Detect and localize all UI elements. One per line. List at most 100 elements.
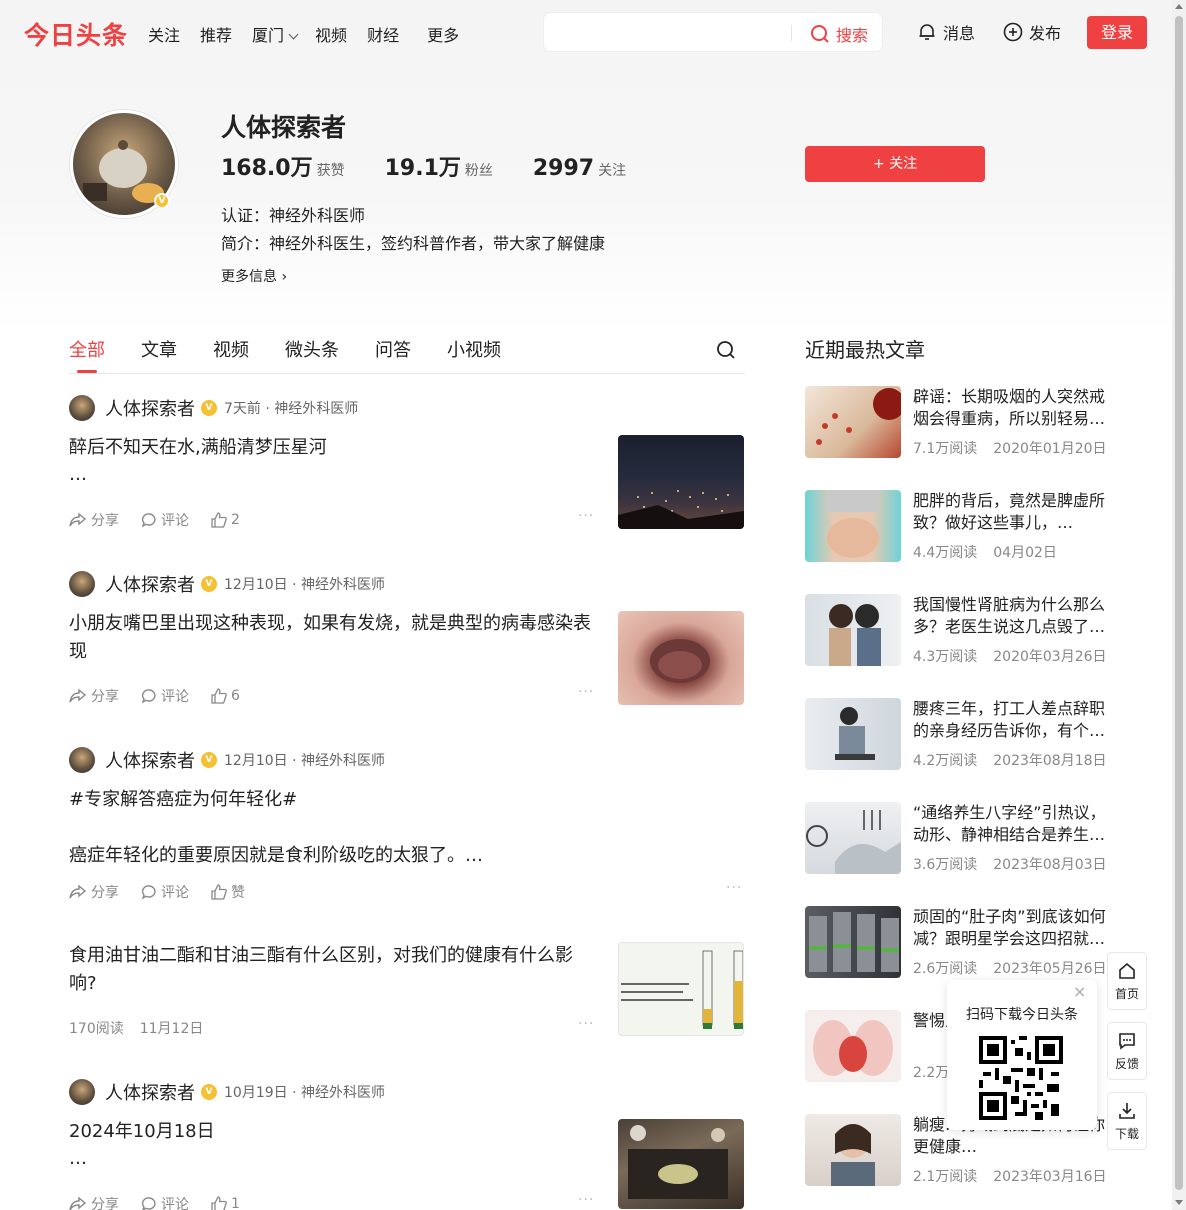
feed-title[interactable]: 2024年10月18日: [69, 1118, 599, 1146]
more-options-icon[interactable]: ···: [726, 880, 742, 896]
tab-videos[interactable]: 视频: [213, 336, 249, 362]
article-date: 2020年03月26日: [993, 649, 1107, 665]
share-button[interactable]: 分享: [69, 1194, 119, 1210]
search-icon[interactable]: [716, 340, 736, 360]
top-navigation-bar: 今日头条 关注 推荐 厦门 视频 财经 更多 搜索 消息 发布 登录: [0, 0, 1172, 64]
home-icon: [1119, 962, 1135, 979]
logo[interactable]: 今日头条: [24, 16, 128, 52]
more-info-link[interactable]: 更多信息 ›: [221, 266, 287, 286]
tab-short-video[interactable]: 小视频: [447, 336, 501, 362]
feed-title[interactable]: 小朋友嘴巴里出现这种表现，如果有发烧，就是典型的病毒感染表现: [69, 610, 599, 666]
feed-title[interactable]: #专家解答癌症为何年轻化#: [69, 786, 745, 814]
comment-button[interactable]: 评论: [141, 510, 189, 530]
following-count[interactable]: 2997: [533, 156, 594, 181]
like-count: 2: [231, 512, 240, 528]
nav-item-finance[interactable]: 财经: [367, 22, 399, 46]
publish-button[interactable]: 发布: [1003, 20, 1061, 44]
scrollbar-thumb[interactable]: [1175, 16, 1183, 1190]
page-scrollbar[interactable]: [1172, 0, 1186, 1210]
feed-date: 11月12日: [139, 1021, 204, 1037]
more-options-icon[interactable]: ···: [578, 508, 594, 524]
follow-button[interactable]: + 关注: [805, 146, 985, 182]
bbq-food-image: [628, 1125, 728, 1199]
like-button[interactable]: 赞: [211, 882, 245, 902]
download-icon: [1119, 1103, 1135, 1119]
feed-title[interactable]: 醉后不知天在水,满船清梦压星河: [69, 434, 599, 462]
author-name[interactable]: 人体探索者: [105, 1079, 195, 1105]
like-button[interactable]: 2: [211, 512, 240, 528]
article-title: 肥胖的背后，竟然是脾虚所致？做好这些事儿，…: [913, 491, 1106, 532]
more-options-icon[interactable]: ···: [578, 684, 594, 700]
tab-micro[interactable]: 微头条: [285, 336, 339, 362]
author-name[interactable]: 人体探索者: [105, 395, 195, 421]
messages-button[interactable]: 消息: [917, 20, 975, 44]
feed-body[interactable]: 癌症年轻化的重要原因就是食利阶级吃的太狠了。…: [69, 842, 745, 870]
feed-thumbnail[interactable]: [618, 942, 744, 1036]
share-button[interactable]: 分享: [69, 882, 119, 902]
hot-article-item[interactable]: 肥胖的背后，竟然是脾虚所致？做好这些事儿，… 4.4万阅读 04月02日: [805, 490, 1115, 562]
hot-article-item[interactable]: 我国慢性肾脏病为什么那么多？老医生说这几点毁了… 4.3万阅读 2020年03月2…: [805, 594, 1115, 666]
comment-button[interactable]: 评论: [141, 1194, 189, 1210]
search-input[interactable]: [554, 21, 784, 43]
article-thumbnail: [805, 1114, 901, 1186]
nav-item-follow[interactable]: 关注: [148, 22, 180, 46]
scroll-up-arrow-icon[interactable]: [1175, 4, 1183, 9]
avatar[interactable]: [69, 571, 95, 597]
more-options-icon[interactable]: ···: [578, 1016, 594, 1032]
more-options-icon[interactable]: ···: [578, 1192, 594, 1208]
login-button[interactable]: 登录: [1087, 16, 1147, 49]
feed-item[interactable]: 人体探索者 V 7天前 · 神经外科医师 醉后不知天在水,满船清梦压星河 … 分享 …: [69, 394, 745, 544]
scroll-down-arrow-icon[interactable]: [1175, 1200, 1183, 1205]
nav-item-more[interactable]: 更多: [427, 22, 459, 46]
feed-ellipsis: …: [69, 464, 87, 485]
feed-title[interactable]: 食用油甘油二酯和甘油三酯有什么区别，对我们的健康有什么影响?: [69, 942, 599, 998]
hot-article-item[interactable]: “通络养生八字经”引热议，动形、静神相结合是养生… 3.6万阅读 2023年08月…: [805, 802, 1115, 874]
hot-article-item[interactable]: 腰疼三年，打工人差点辞职的亲身经历告诉你，有个… 4.2万阅读 2023年08月1…: [805, 698, 1115, 770]
feed-item[interactable]: 食用油甘油二酯和甘油三酯有什么区别，对我们的健康有什么影响? 170阅读 11月…: [69, 940, 745, 1050]
hot-article-item[interactable]: 顽固的“肚子肉”到底该如何减？跟明星学会这四招就… 2.6万阅读 2023年05月…: [805, 906, 1115, 978]
feedback-float-button[interactable]: 反馈: [1107, 1022, 1147, 1080]
feed-meta: 12月10日 · 神经外科医师: [224, 577, 385, 593]
verified-badge-icon: V: [201, 400, 217, 416]
comment-button[interactable]: 评论: [141, 686, 189, 706]
share-button[interactable]: 分享: [69, 686, 119, 706]
tab-all[interactable]: 全部: [69, 336, 105, 362]
author-name[interactable]: 人体探索者: [105, 747, 195, 773]
more-info-label: 更多信息: [221, 269, 277, 285]
like-button[interactable]: 1: [211, 1196, 240, 1210]
download-float-button[interactable]: 下载: [1107, 1092, 1147, 1150]
feed-meta: 10月19日 · 神经外科医师: [224, 1085, 385, 1101]
tab-qa[interactable]: 问答: [375, 336, 411, 362]
feed-thumbnail[interactable]: [618, 611, 744, 705]
feed-author-row: 人体探索者 V 12月10日 · 神经外科医师: [69, 570, 745, 598]
tab-articles[interactable]: 文章: [141, 336, 177, 362]
nav-item-video[interactable]: 视频: [315, 22, 347, 46]
like-button[interactable]: 6: [211, 688, 240, 704]
avatar[interactable]: [69, 1079, 95, 1105]
comment-button[interactable]: 评论: [141, 882, 189, 902]
nav-item-recommend[interactable]: 推荐: [200, 22, 232, 46]
feed-item[interactable]: 人体探索者 V 12月10日 · 神经外科医师 小朋友嘴巴里出现这种表现，如果有发烧…: [69, 570, 745, 720]
author-name[interactable]: 人体探索者: [105, 571, 195, 597]
fans-count[interactable]: 19.1万: [385, 150, 461, 182]
feed-thumbnail[interactable]: [618, 435, 744, 529]
close-icon[interactable]: ×: [1073, 982, 1086, 1001]
hot-articles-title: 近期最热文章: [805, 338, 925, 362]
verified-badge-icon: V: [201, 1084, 217, 1100]
home-float-button[interactable]: 首页: [1107, 952, 1147, 1010]
feed-actions: 分享 评论 赞: [69, 882, 267, 902]
avatar[interactable]: [69, 395, 95, 421]
feed-item[interactable]: 人体探索者 V 10月19日 · 神经外科医师 2024年10月18日 … 分享 评…: [69, 1078, 745, 1210]
avatar[interactable]: [69, 747, 95, 773]
nav-item-city[interactable]: 厦门: [252, 22, 299, 46]
search-button[interactable]: 搜索: [810, 22, 868, 46]
article-meta: 4.4万阅读 04月02日: [913, 542, 1057, 562]
feed-thumbnail[interactable]: [618, 1119, 744, 1209]
share-button[interactable]: 分享: [69, 510, 119, 530]
comment-icon: [141, 1197, 156, 1210]
profile-name: 人体探索者: [221, 113, 347, 142]
article-thumbnail: [805, 698, 901, 770]
hot-article-item[interactable]: 辟谣：长期吸烟的人突然戒烟会得重病，所以别轻易… 7.1万阅读 2020年01月2…: [805, 386, 1115, 458]
feed-item[interactable]: 人体探索者 V 12月10日 · 神经外科医师 #专家解答癌症为何年轻化# 癌症年轻…: [69, 746, 745, 916]
nav-city-label: 厦门: [252, 26, 285, 45]
